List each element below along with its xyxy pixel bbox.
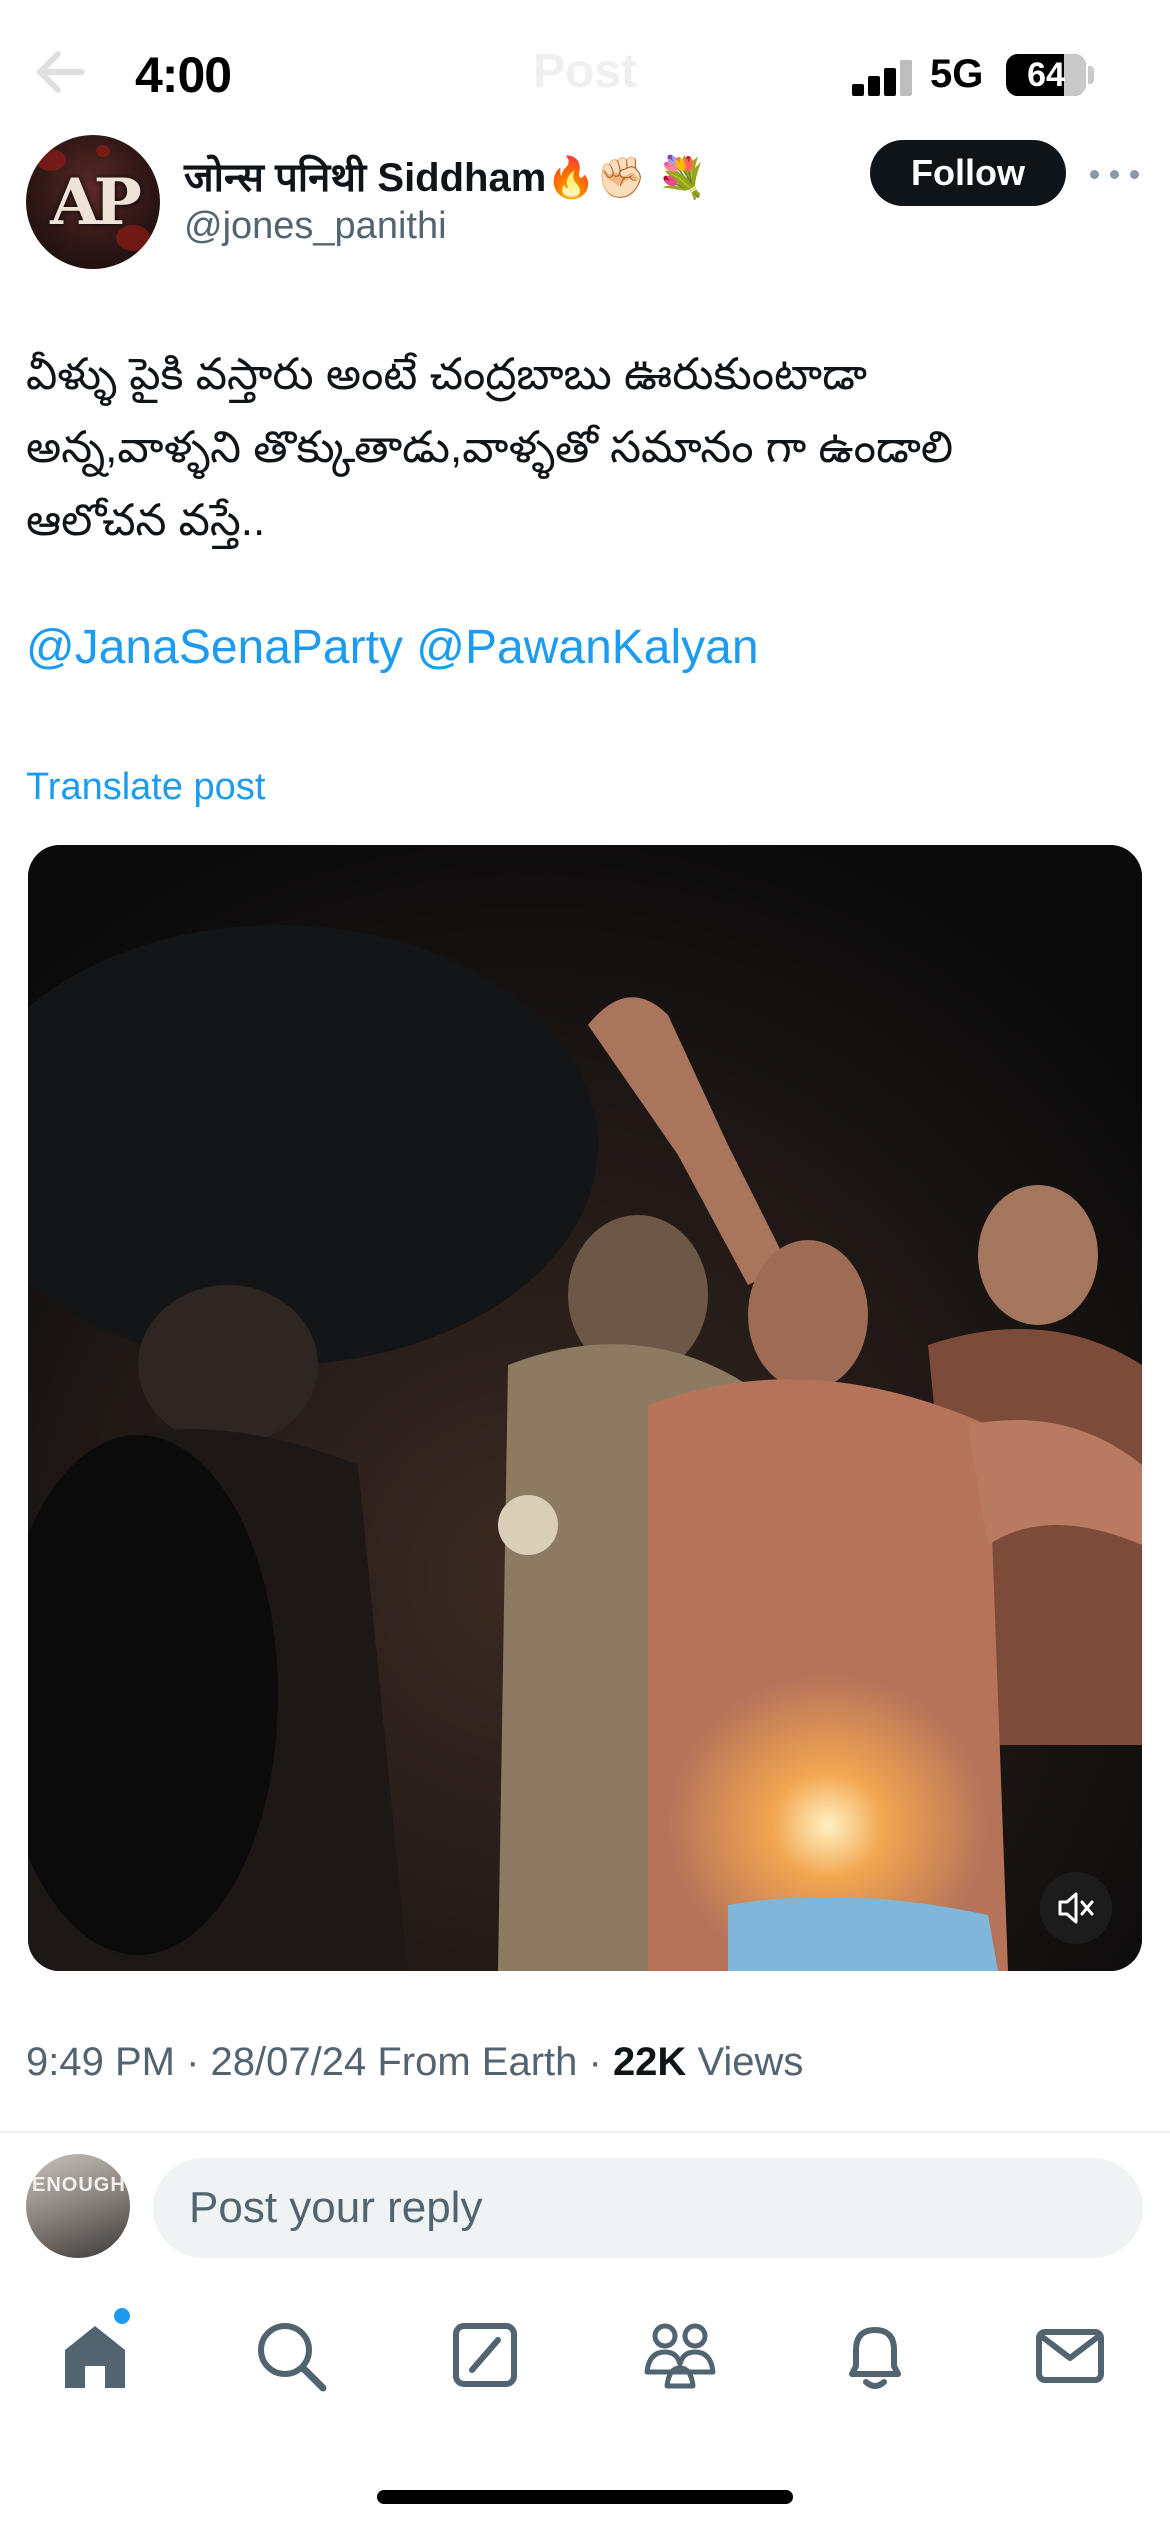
post-text-line: ఆలోచన వస్తే.. [26, 496, 266, 545]
battery-icon: 64 [1006, 54, 1086, 96]
post-text-line: అన్న,వాళ్ళని తొక్కుతాడు,వాళ్ళతో సమానం గా… [26, 423, 954, 472]
post-date: 28/07/24 [210, 2040, 367, 2084]
author-avatar[interactable]: AP [26, 135, 160, 269]
battery-level: 64 [1027, 56, 1065, 94]
notifications-icon[interactable] [830, 2310, 920, 2400]
reply-input[interactable] [153, 2158, 1143, 2258]
network-type: 5G [930, 52, 984, 96]
post-text: వీళ్ళు పైకి వస్తారు అంటే చంద్రబాబు ఊరుకు… [26, 338, 1146, 557]
my-avatar-text: ENOUGH [32, 2174, 126, 2196]
header-title: Post [532, 45, 637, 98]
communities-icon[interactable] [635, 2310, 725, 2400]
post-meta: 9:49 PM · 28/07/24 From Earth · 22K View… [26, 2040, 804, 2084]
author-handle[interactable]: @jones_panithi [184, 205, 447, 248]
post-source: From Earth [377, 2040, 578, 2084]
translate-post-link[interactable]: Translate post [26, 766, 265, 809]
post-text-line: వీళ్ళు పైకి వస్తారు అంటే చంద్రబాబు ఊరుకు… [26, 350, 867, 399]
mention-link-pawankalyan[interactable]: @PawanKalyan [416, 621, 758, 674]
home-notification-dot [114, 2308, 130, 2324]
author-display-name[interactable]: जोन्स पनिथी Siddham🔥✊🏻 💐 [184, 148, 707, 203]
battery-tip [1088, 66, 1094, 84]
home-indicator [377, 2490, 793, 2504]
home-icon[interactable] [50, 2310, 140, 2400]
post-time: 9:49 PM [26, 2040, 175, 2084]
follow-button[interactable]: Follow [870, 140, 1066, 206]
video-frame [28, 845, 1142, 1971]
bottom-nav [0, 2310, 1170, 2410]
speaker-muted-icon [1058, 1892, 1094, 1924]
author-avatar-text: AP [50, 165, 142, 240]
mention-link-janasenaparty[interactable]: @JanaSenaParty [26, 621, 403, 674]
post-mentions: @JanaSenaParty @PawanKalyan [26, 620, 759, 675]
mute-toggle-button[interactable] [1040, 1872, 1112, 1944]
views-count[interactable]: 22K [613, 2040, 686, 2084]
views-label: Views [697, 2040, 804, 2084]
divider [0, 2131, 1170, 2133]
status-bar: 4:00 Post 5G 64 [0, 0, 1170, 150]
my-avatar[interactable]: ENOUGH [26, 2154, 130, 2258]
grok-icon[interactable] [440, 2310, 530, 2400]
post-video[interactable] [28, 845, 1142, 1971]
more-options-icon[interactable] [1090, 150, 1140, 196]
messages-icon[interactable] [1025, 2310, 1115, 2400]
search-icon[interactable] [245, 2310, 335, 2400]
cellular-signal-icon [852, 58, 914, 96]
